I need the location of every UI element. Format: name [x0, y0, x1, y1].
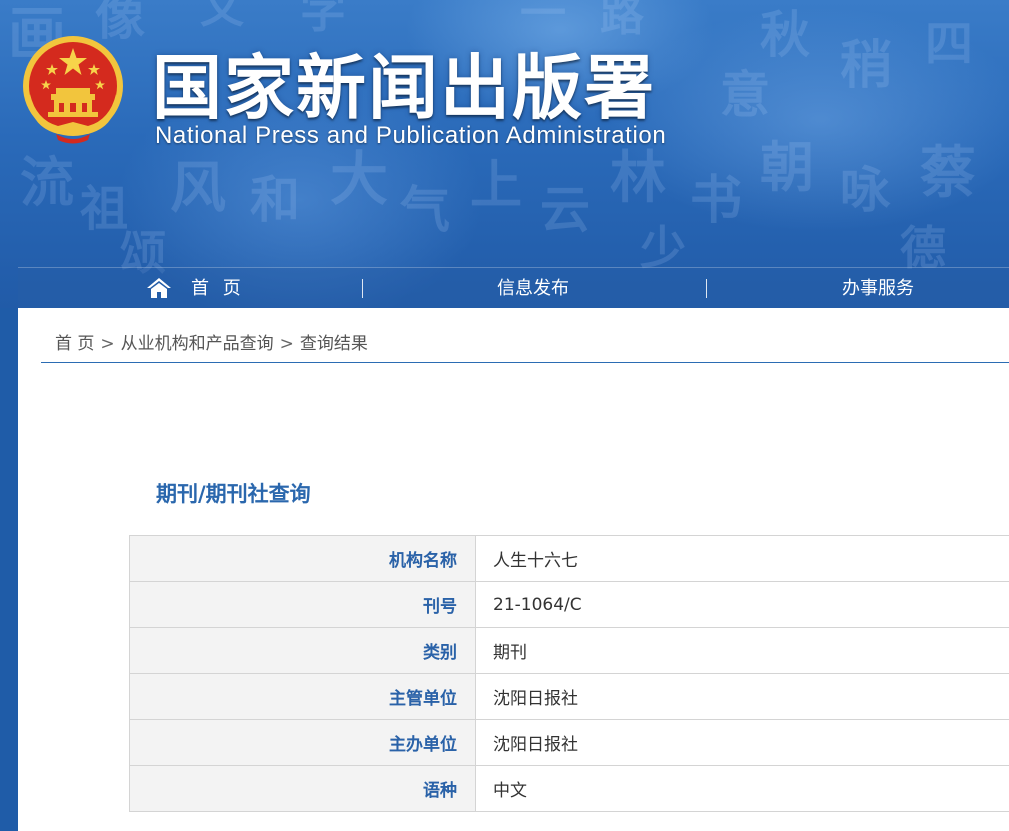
row-value: 中文 [475, 765, 1009, 812]
breadcrumb-product-query[interactable]: 从业机构和产品查询 [121, 334, 274, 354]
row-value: 人生十六七 [475, 535, 1009, 582]
row-label: 类别 [129, 627, 476, 674]
main-nav: 首 页 信息发布 办事服务 [18, 267, 1009, 308]
row-value: 沈阳日报社 [475, 719, 1009, 766]
row-value: 21-1064/C [475, 581, 1009, 628]
nav-separator [706, 279, 707, 298]
site-title-english: National Press and Publication Administr… [155, 122, 667, 149]
table-row: 刊号 21-1064/C [129, 581, 1009, 628]
nav-home[interactable]: 首 页 [146, 268, 256, 308]
nav-separator [362, 279, 363, 298]
breadcrumb-divider [41, 362, 1009, 363]
header-banner: 画 像 流 祖 风 和 大 气 上 云 林 书 朝 咏 蔡 秋 稍 四 意 一 … [0, 0, 1009, 308]
result-table: 机构名称 人生十六七 刊号 21-1064/C 类别 期刊 主管单位 沈阳日报社… [129, 535, 1009, 812]
nav-home-label: 首 页 [191, 278, 245, 299]
table-row: 机构名称 人生十六七 [129, 535, 1009, 582]
national-emblem-icon [23, 36, 123, 144]
section-title: 期刊/期刊社查询 [156, 482, 311, 506]
breadcrumb-separator: > [279, 334, 294, 354]
table-row: 语种 中文 [129, 765, 1009, 812]
row-label: 刊号 [129, 581, 476, 628]
table-row: 主管单位 沈阳日报社 [129, 673, 1009, 720]
home-icon [147, 278, 171, 298]
breadcrumb-home[interactable]: 首 页 [55, 334, 94, 354]
site-title: 国家新闻出版署 [152, 47, 656, 129]
table-row: 主办单位 沈阳日报社 [129, 719, 1009, 766]
row-value: 期刊 [475, 627, 1009, 674]
breadcrumb: 首 页 > 从业机构和产品查询 > 查询结果 [55, 329, 368, 354]
row-label: 语种 [129, 765, 476, 812]
row-label: 主办单位 [129, 719, 476, 766]
table-row: 类别 期刊 [129, 627, 1009, 674]
nav-info-release[interactable]: 信息发布 [458, 268, 608, 308]
breadcrumb-current: 查询结果 [299, 334, 368, 354]
main-content: 首 页 > 从业机构和产品查询 > 查询结果 期刊/期刊社查询 机构名称 人生十六七 刊… [18, 308, 1009, 831]
breadcrumb-separator: > [100, 334, 115, 354]
row-label: 机构名称 [129, 535, 476, 582]
nav-services[interactable]: 办事服务 [808, 268, 948, 308]
row-value: 沈阳日报社 [475, 673, 1009, 720]
row-label: 主管单位 [129, 673, 476, 720]
